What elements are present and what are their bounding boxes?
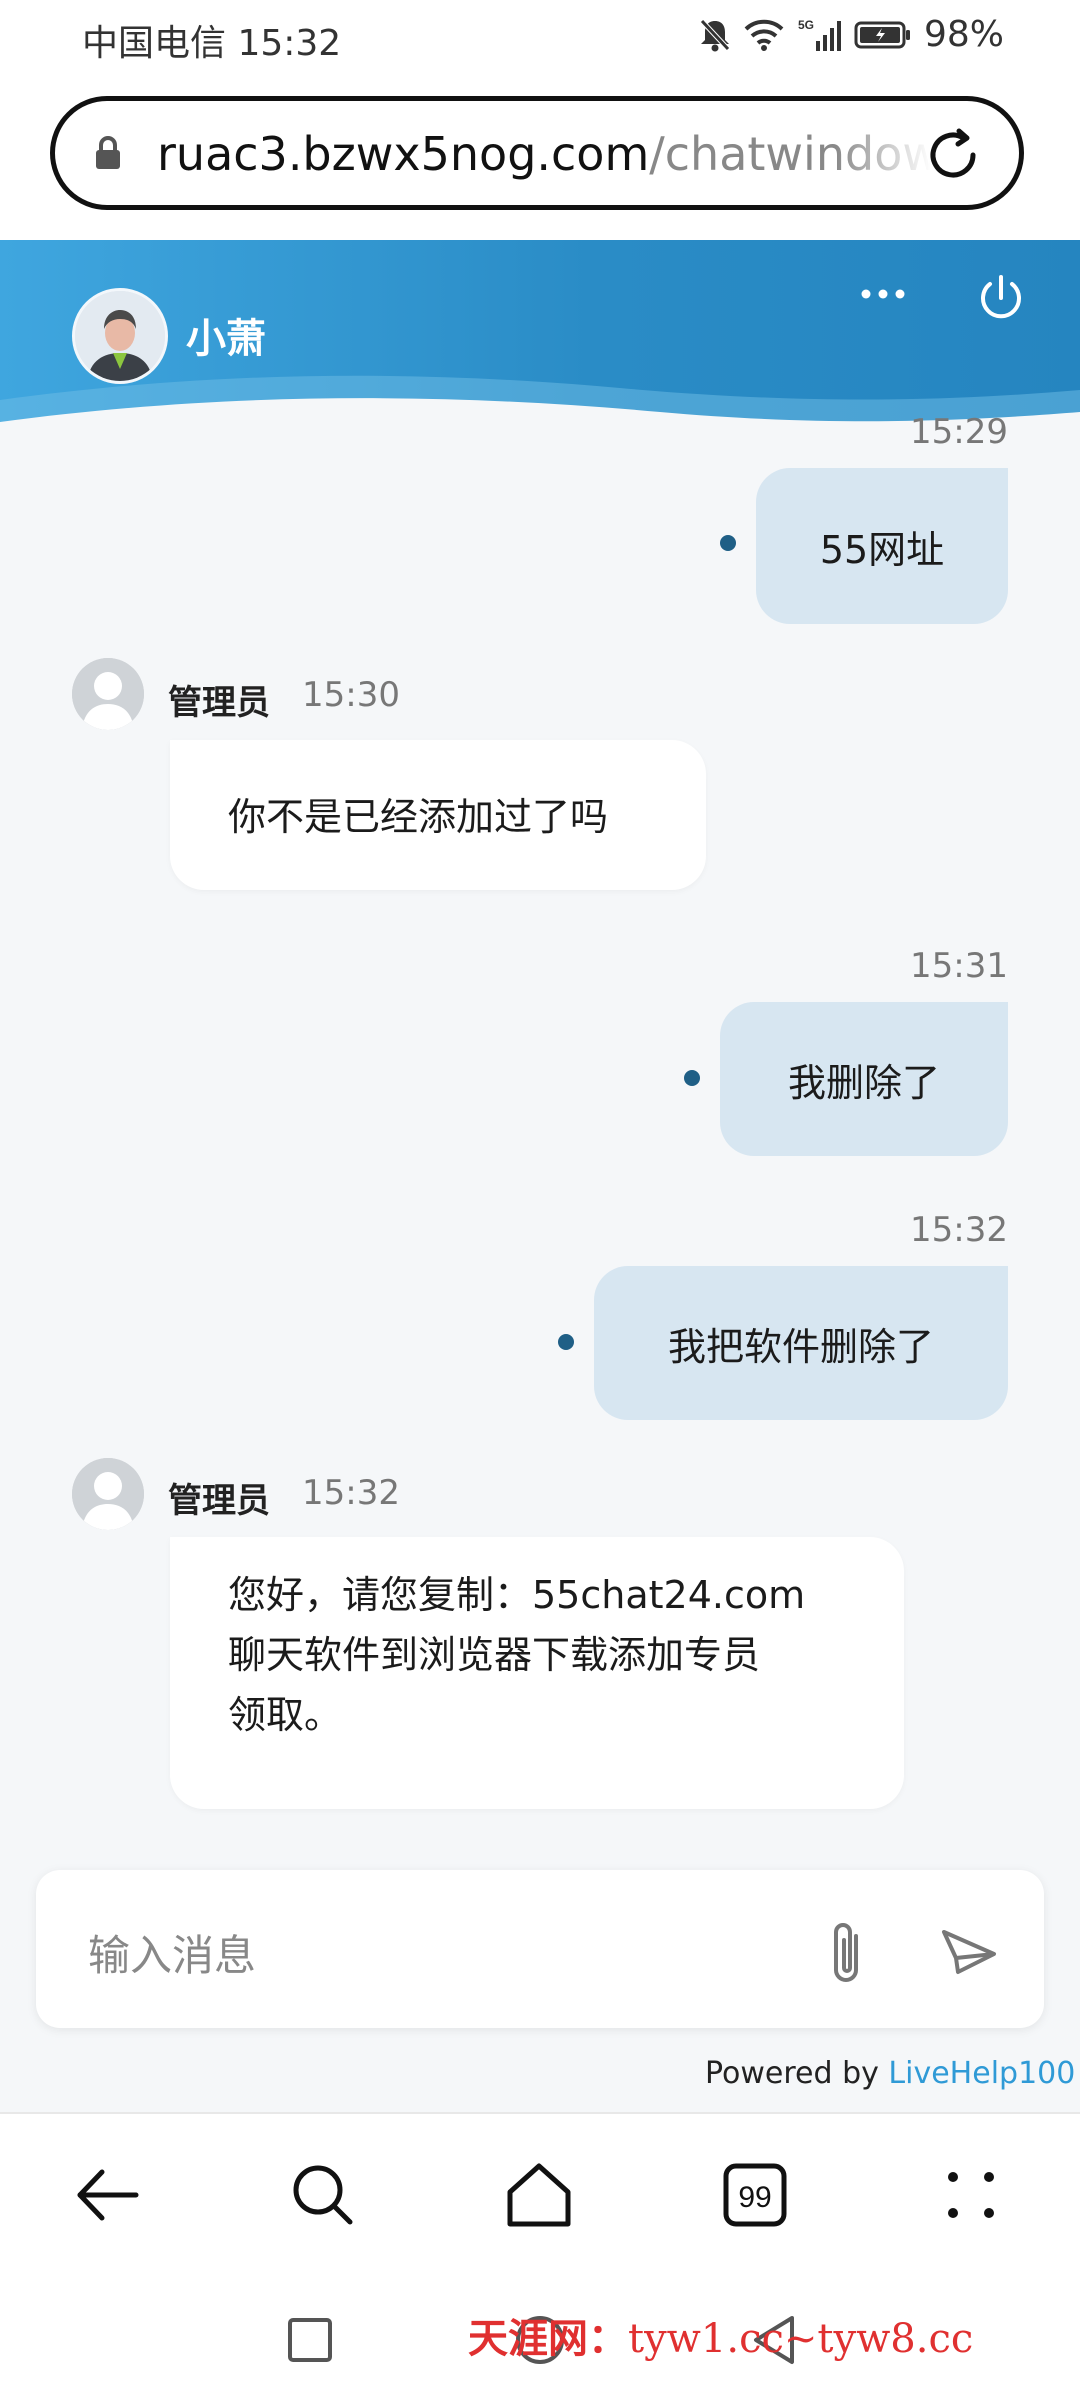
message-text: 我把软件删除了 bbox=[667, 1324, 934, 1369]
admin-avatar[interactable] bbox=[72, 1458, 144, 1530]
reload-icon[interactable] bbox=[923, 125, 983, 189]
paperclip-icon[interactable] bbox=[818, 1918, 880, 1994]
sent-indicator bbox=[684, 1070, 700, 1086]
battery-icon bbox=[854, 20, 912, 50]
powered-by-text: Powered by bbox=[705, 2056, 889, 2091]
header-cover bbox=[0, 240, 1080, 440]
url-text[interactable]: ruac3.bzwx5nog.com/chatwindow bbox=[157, 127, 947, 181]
sent-indicator bbox=[720, 535, 736, 551]
lock-icon bbox=[93, 135, 123, 175]
tabs-count: 99 bbox=[738, 2181, 771, 2214]
sender-name: 管理员 bbox=[168, 1481, 270, 1521]
url-host: ruac3.bzwx5nog.com bbox=[157, 127, 650, 181]
message-input-placeholder[interactable]: 输入消息 bbox=[88, 1922, 256, 1983]
search-icon[interactable] bbox=[288, 2160, 358, 2234]
message-bubble-outgoing[interactable]: 我把软件删除了 bbox=[594, 1266, 1008, 1420]
svg-text:5G: 5G bbox=[798, 18, 814, 32]
message-time: 15:32 bbox=[302, 1473, 400, 1513]
message-time: 15:30 bbox=[302, 675, 400, 715]
status-icons: 5G 98% bbox=[698, 14, 1004, 55]
recents-icon[interactable] bbox=[286, 2316, 334, 2368]
message-line: 您好，请您复制：55chat24.com bbox=[228, 1573, 806, 1617]
address-bar[interactable]: ruac3.bzwx5nog.com/chatwindow bbox=[50, 96, 1024, 210]
watermark: 天涯网：tyw1.cc~tyw8.cc bbox=[468, 2306, 973, 2364]
message-line: 聊天软件到浏览器下载添加专员 bbox=[228, 1633, 761, 1677]
message-text: 55网址 bbox=[819, 527, 945, 572]
powered-by: Powered by LiveHelp100 bbox=[705, 2056, 1075, 2091]
message-time: 15:32 bbox=[910, 1210, 1008, 1250]
menu-dots-icon[interactable] bbox=[936, 2160, 1006, 2234]
tabs-icon[interactable]: 99 bbox=[720, 2160, 790, 2234]
send-icon[interactable] bbox=[936, 1920, 1002, 1990]
message-text: 你不是已经添加过了吗 bbox=[228, 795, 609, 839]
bell-off-icon bbox=[698, 17, 732, 53]
message-bubble-incoming[interactable]: 你不是已经添加过了吗 bbox=[170, 740, 706, 890]
status-carrier-time: 中国电信 15:32 bbox=[82, 23, 342, 64]
sender-name: 管理员 bbox=[168, 683, 270, 723]
watermark-brand: 天涯网： bbox=[468, 2315, 628, 2362]
watermark-urls: tyw1.cc~tyw8.cc bbox=[628, 2316, 974, 2362]
wifi-icon bbox=[744, 19, 784, 51]
admin-avatar[interactable] bbox=[72, 658, 144, 730]
livehelp-link[interactable]: LiveHelp100 bbox=[888, 2056, 1075, 2091]
home-icon[interactable] bbox=[504, 2160, 574, 2234]
message-bubble-outgoing[interactable]: 我删除了 bbox=[720, 1002, 1008, 1156]
sent-indicator bbox=[558, 1334, 574, 1350]
back-arrow-icon[interactable] bbox=[72, 2160, 142, 2234]
message-time: 15:31 bbox=[910, 946, 1008, 986]
signal-icon: 5G bbox=[796, 17, 842, 53]
message-line: 领取。 bbox=[228, 1693, 343, 1737]
message-bubble-outgoing[interactable]: 55网址 bbox=[756, 468, 1008, 624]
message-text: 我删除了 bbox=[787, 1060, 940, 1105]
battery-percent: 98% bbox=[923, 14, 1004, 55]
message-bubble-incoming[interactable]: 您好，请您复制：55chat24.com 聊天软件到浏览器下载添加专员 领取。 bbox=[170, 1537, 904, 1809]
